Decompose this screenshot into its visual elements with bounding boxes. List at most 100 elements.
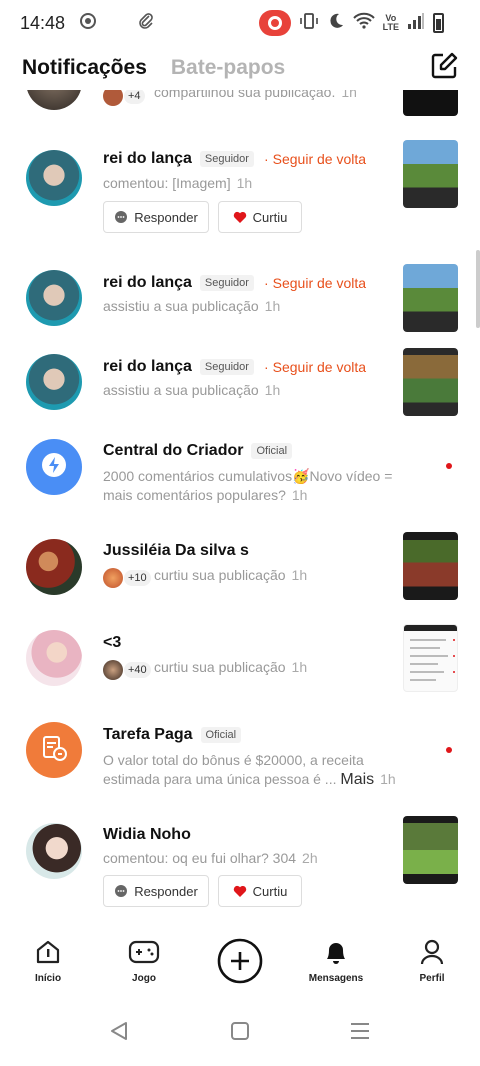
nav-label: Mensagens [308,973,364,984]
post-thumbnail[interactable] [403,816,458,884]
nav-perfil[interactable]: Perfil [392,938,472,984]
unread-dot [446,747,452,753]
notification-sub-line2: mais comentários populares? [103,487,286,503]
name-row: <3 [103,634,121,652]
like-button[interactable]: Curtiu [218,201,302,233]
name-row: Central do Criador Oficial [103,442,293,460]
avatar[interactable] [26,823,82,879]
notification-sub: comentou: [Imagem] [103,175,231,191]
count-badge: +10 [124,570,151,586]
user-name[interactable]: <3 [103,634,121,652]
wifi-icon [352,12,375,35]
follow-back-link[interactable]: · Seguir de volta [264,151,366,167]
volte-icon: Vo LTE [382,13,399,32]
more-link[interactable]: Mais [340,771,374,788]
menu-lines-icon[interactable] [349,1021,371,1046]
nav-label: Início [34,973,62,984]
avatar[interactable] [26,539,82,595]
battery-icon [433,13,444,33]
status-time: 14:48 [20,12,66,33]
follow-back-label: Seguir de volta [272,151,367,167]
plus-circle-icon [217,938,263,989]
user-name[interactable]: rei do lança [103,150,192,168]
back-triangle-icon[interactable] [108,1020,130,1047]
like-label: Curtiu [252,883,288,899]
post-thumbnail[interactable] [403,532,458,600]
header: Notificações Bate-papos [0,46,480,90]
user-name[interactable]: Jussiléia Da silva s [103,542,249,560]
avatar[interactable] [26,150,82,206]
reply-button[interactable]: Responder [103,201,209,233]
notification-text: curtiu sua publicação 1h [154,659,307,675]
post-thumbnail[interactable] [403,264,458,332]
avatar[interactable] [26,722,82,778]
screen-record-icon [79,12,97,35]
name-row: Jussiléia Da silva s [103,542,249,560]
post-thumbnail[interactable] [403,348,458,416]
follower-badge: Seguidor [199,359,254,375]
notification-time: 1h [291,659,308,675]
nav-label: Perfil [419,973,445,984]
nav-mensagens[interactable]: Mensagens [296,938,376,984]
profile-icon [418,938,446,971]
post-thumbnail[interactable] [403,140,458,208]
chat-bubble-icon [114,884,128,898]
nav-inicio[interactable]: Início [8,938,88,984]
tab-bate-papos[interactable]: Bate-papos [171,56,285,80]
notification-sub: comentou: oq eu fui olhar? 304 [103,850,297,866]
notification-time: 1h [291,487,308,503]
gamepad-icon [128,938,160,971]
scrollbar[interactable] [476,250,480,328]
heart-icon [233,211,247,224]
user-name[interactable]: Tarefa Paga [103,726,193,744]
unread-dot [446,463,452,469]
name-row: Widia Noho [103,826,191,844]
like-button[interactable]: Curtiu [218,875,302,907]
notification-sub-line2: estimada para uma única pessoa é ... [103,771,337,787]
name-row: rei do lança Seguidor · Seguir de volta [103,274,366,292]
nav-jogo[interactable]: Jogo [104,938,184,984]
bottom-nav: Início Jogo Mensagens Perfil [0,920,480,996]
compose-icon[interactable] [430,52,458,80]
name-row: rei do lança Seguidor · Seguir de volta [103,150,366,168]
user-name[interactable]: rei do lança [103,358,192,376]
official-badge: Oficial [200,727,242,743]
notification-text: comentou: [Imagem] 1h [103,175,252,191]
user-name[interactable]: Widia Noho [103,826,191,844]
avatar[interactable] [26,354,82,410]
notification-text: 2000 comentários cumulativos🥳Novo vídeo … [103,467,423,505]
user-name[interactable]: Central do Criador [103,442,243,460]
follow-back-label: Seguir de volta [272,359,367,375]
follow-back-link[interactable]: · Seguir de volta [264,275,366,291]
notification-sub: curtiu sua publicação [154,659,286,675]
home-square-icon[interactable] [230,1021,250,1046]
name-row: Tarefa Paga Oficial [103,726,242,744]
follower-badge: Seguidor [199,275,254,291]
notification-time: 1h [291,567,308,583]
reply-label: Responder [134,883,198,899]
follow-back-link[interactable]: · Seguir de volta [264,359,366,375]
post-thumbnail[interactable] [403,624,458,692]
notification-text: O valor total do bônus é $20000, a recei… [103,751,423,789]
reply-button[interactable]: Responder [103,875,209,907]
notification-sub-line1: 2000 comentários cumulativos🥳Novo vídeo … [103,468,393,484]
user-name[interactable]: rei do lança [103,274,192,292]
count-badge: +4 [124,88,145,104]
mini-avatar [103,568,123,588]
notification-time: 1h [264,382,281,398]
heart-icon [233,885,247,898]
avatar[interactable] [26,630,82,686]
name-row: rei do lança Seguidor · Seguir de volta [103,358,366,376]
follower-badge: Seguidor [199,151,254,167]
signal-icon [407,12,425,35]
notification-sub-line1: O valor total do bônus é $20000, a recei… [103,752,364,768]
status-bar: 14:48 Vo LTE [0,0,480,46]
avatar[interactable] [26,270,82,326]
paperclip-icon [137,12,155,35]
notification-sub: assistiu a sua publicação [103,382,259,398]
like-label: Curtiu [252,209,288,225]
notification-sub: assistiu a sua publicação [103,298,259,314]
tab-notificacoes[interactable]: Notificações [22,56,147,80]
avatar[interactable] [26,439,82,495]
nav-create[interactable] [200,938,280,989]
